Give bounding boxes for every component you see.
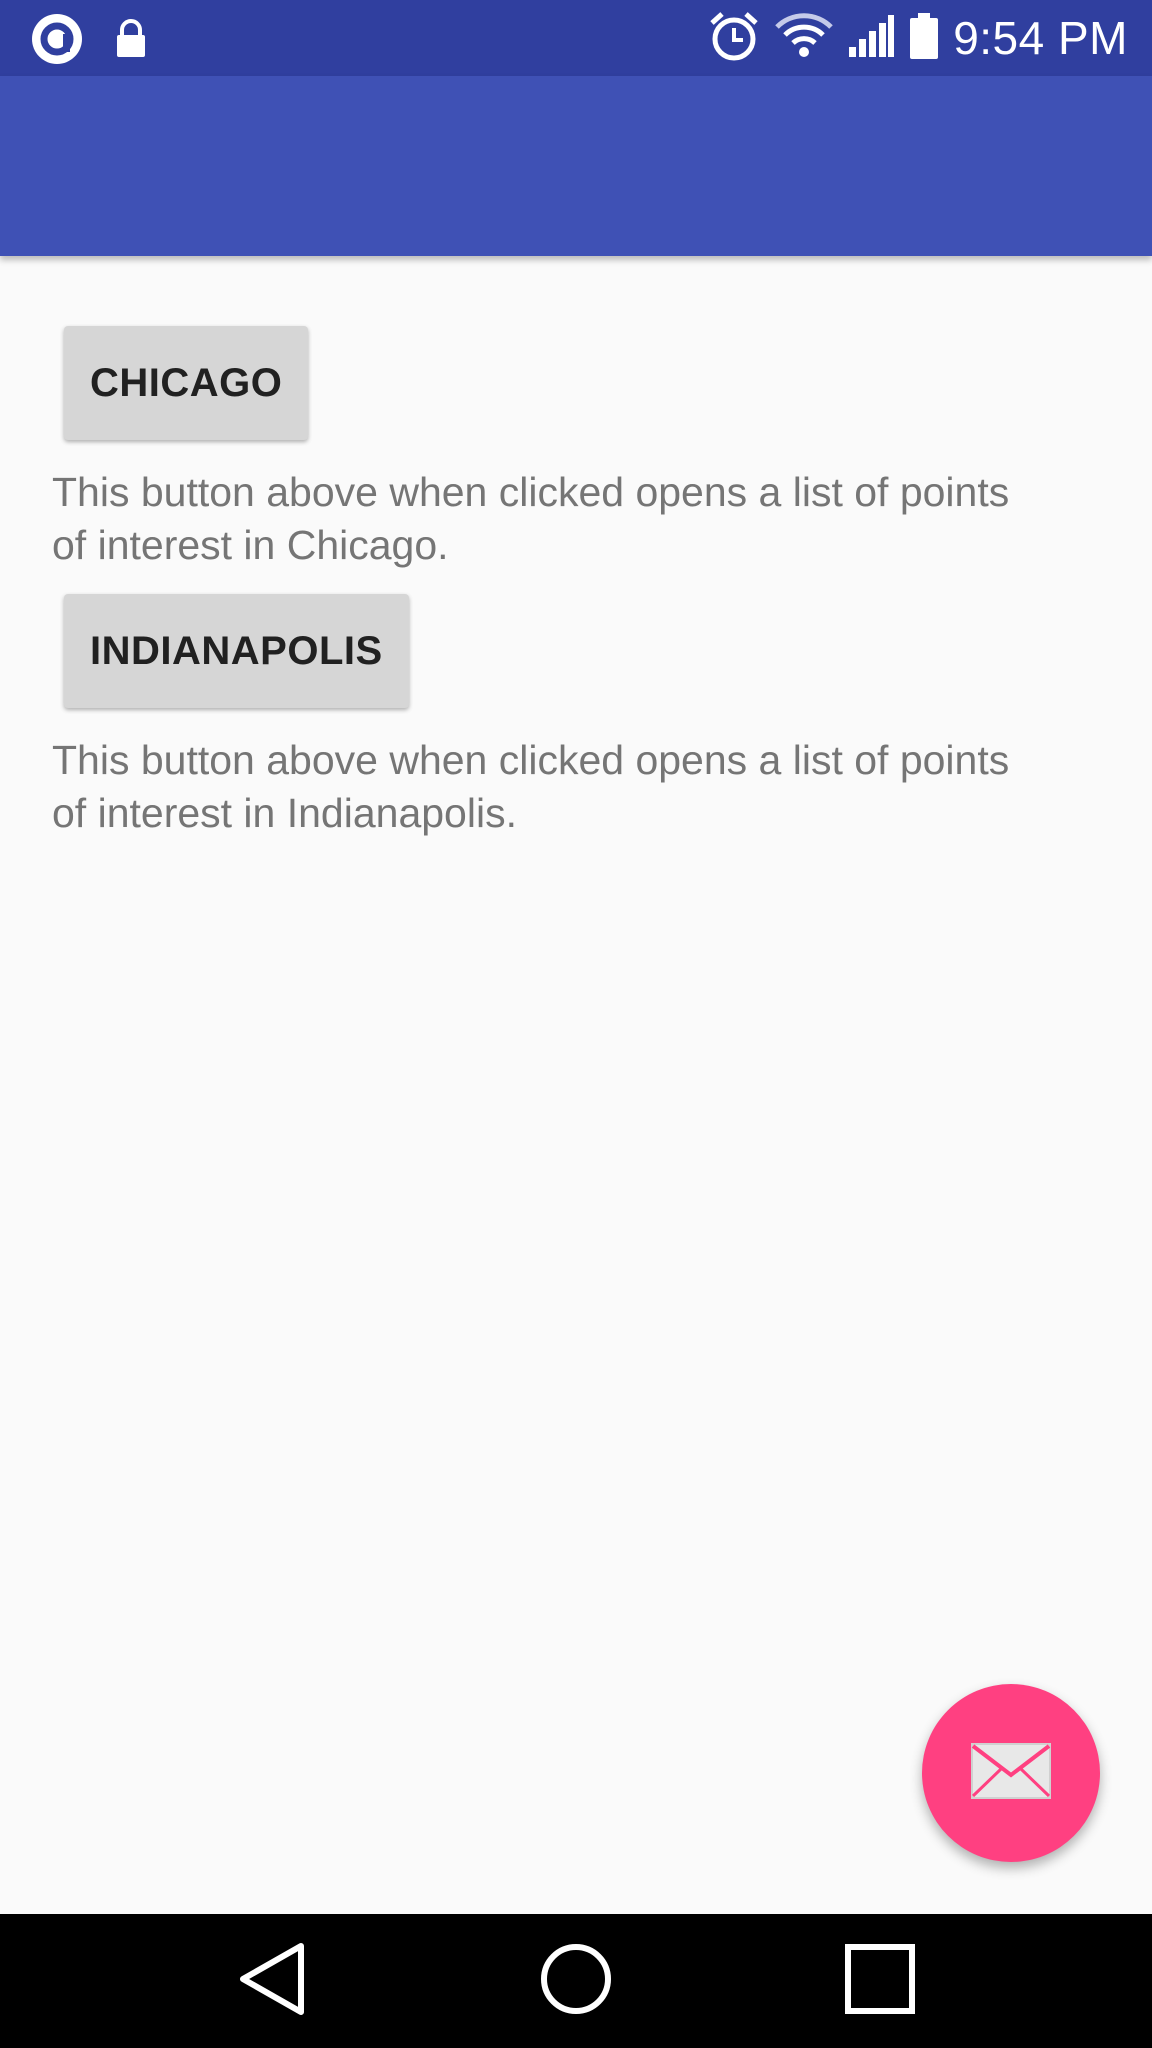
status-bar: 9:54 PM <box>0 0 1152 76</box>
app-bar <box>0 76 1152 256</box>
chicago-button[interactable]: CHICAGO <box>64 326 309 440</box>
back-icon <box>237 1942 307 2021</box>
home-icon <box>540 1943 612 2020</box>
email-icon <box>971 1742 1051 1804</box>
status-left-icons <box>30 12 148 71</box>
wifi-icon <box>775 12 833 64</box>
back-button[interactable] <box>192 1914 352 2048</box>
navigation-bar <box>0 1914 1152 2048</box>
email-fab-button[interactable] <box>922 1684 1100 1862</box>
chicago-description: This button above when clicked opens a l… <box>52 469 1010 568</box>
app-notification-icon <box>30 12 84 71</box>
status-time: 9:54 PM <box>953 12 1128 64</box>
alarm-icon <box>707 9 761 68</box>
status-right-icons: 9:54 PM <box>707 0 1128 76</box>
battery-icon <box>909 12 939 64</box>
lock-icon <box>114 19 148 64</box>
indianapolis-description: This button above when clicked opens a l… <box>52 737 1010 836</box>
indianapolis-button[interactable]: INDIANAPOLIS <box>64 594 409 708</box>
recents-icon <box>844 1943 916 2020</box>
recents-button[interactable] <box>800 1914 960 2048</box>
home-button[interactable] <box>496 1914 656 2048</box>
signal-icon <box>847 13 895 64</box>
